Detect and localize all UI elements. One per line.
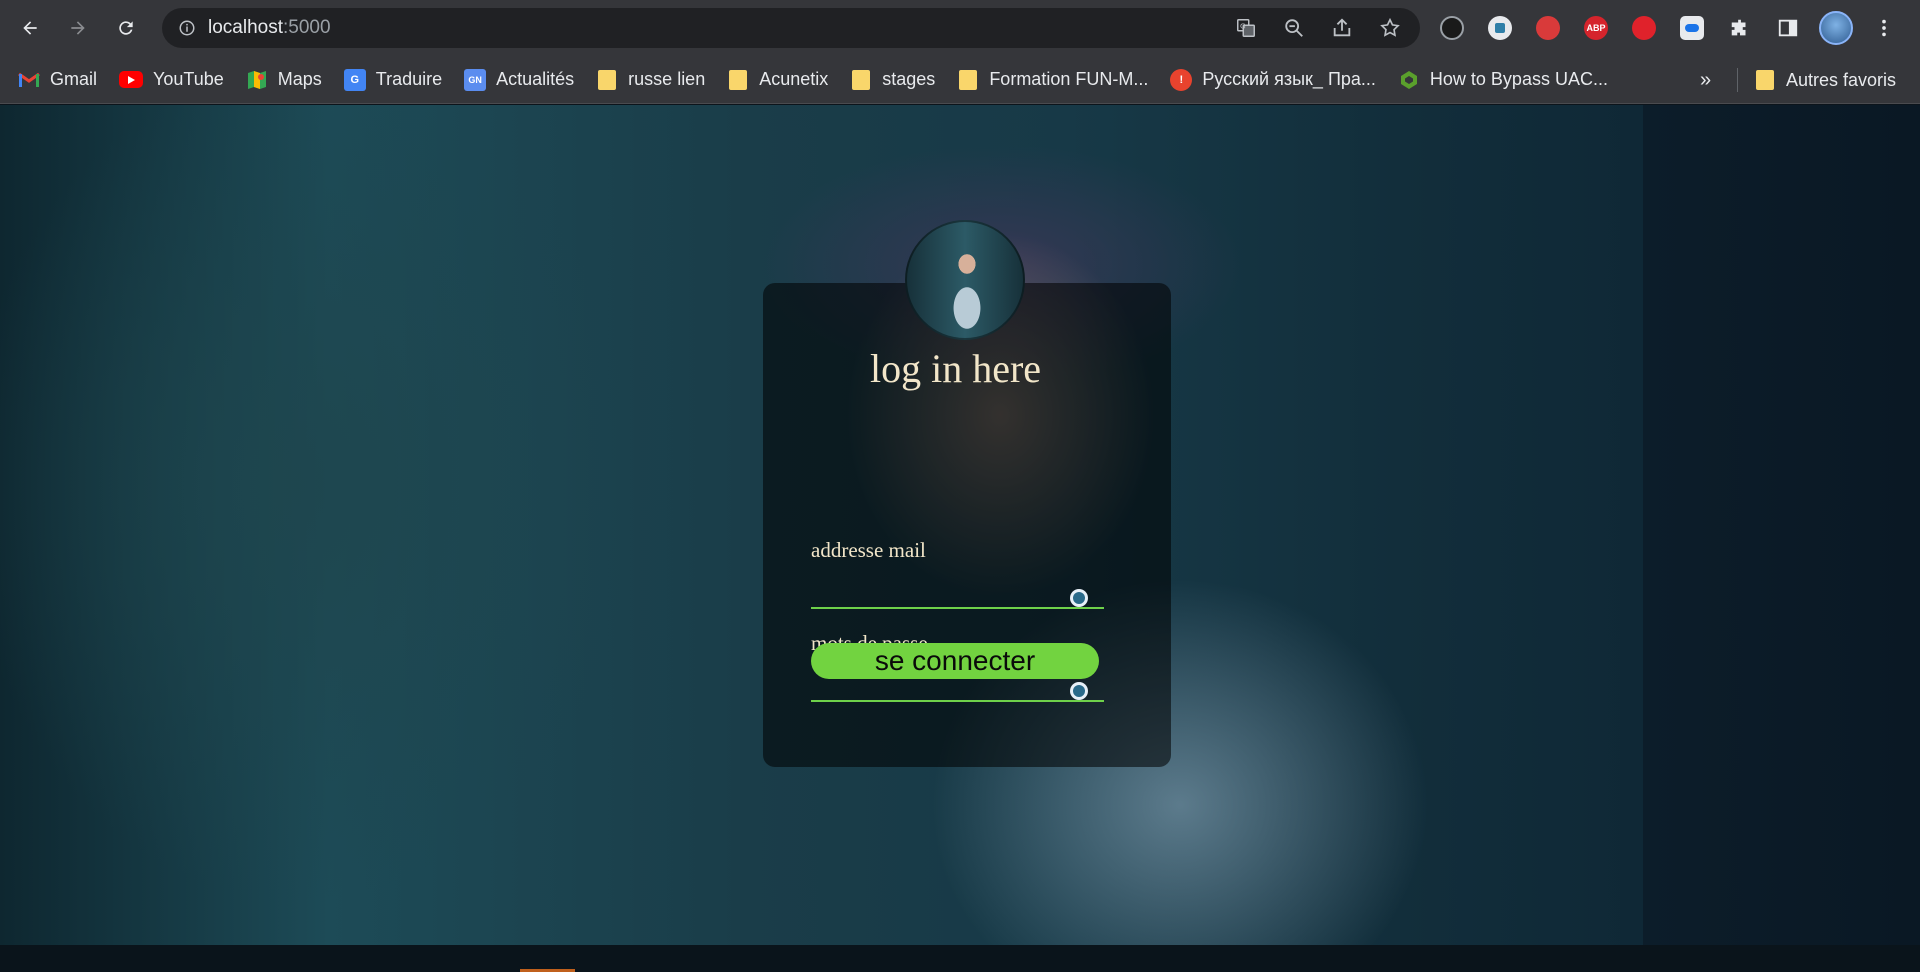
bookmark-label: Formation FUN-M... — [989, 69, 1149, 89]
share-button[interactable] — [1322, 8, 1362, 48]
folder-icon — [596, 69, 618, 91]
profile-button[interactable] — [1818, 10, 1854, 46]
zoom-out-icon — [1285, 19, 1303, 37]
reload-button[interactable] — [108, 10, 144, 46]
url-port: :5000 — [283, 17, 331, 38]
bookmarks-separator — [1737, 68, 1738, 92]
share-icon — [1333, 18, 1351, 37]
cloud-icon — [1680, 16, 1704, 40]
browser-toolbar: localhost:5000 G ABP — [0, 0, 1920, 56]
translate-page-button[interactable]: G — [1226, 8, 1266, 48]
more-bookmarks-button[interactable]: » — [1700, 56, 1711, 104]
site-icon — [1398, 69, 1420, 91]
back-button[interactable] — [12, 10, 48, 46]
browser-menu-button[interactable] — [1866, 10, 1902, 46]
bookmark-folder-acunetix[interactable]: Acunetix — [727, 64, 828, 96]
maps-icon — [246, 69, 268, 91]
bookmark-label: Autres favoris — [1786, 69, 1897, 90]
bookmark-traduire[interactable]: G Traduire — [343, 64, 443, 96]
youtube-icon — [119, 71, 144, 88]
bookmark-label: YouTube — [153, 69, 224, 89]
star-icon — [1380, 17, 1400, 37]
folder-icon — [1754, 69, 1776, 91]
bookmark-folder-stages[interactable]: stages — [850, 64, 935, 96]
reload-icon — [119, 21, 133, 35]
bookmark-label: stages — [882, 69, 936, 89]
extension-2[interactable] — [1482, 10, 1518, 46]
bookmark-folder-formation[interactable]: Formation FUN-M... — [957, 64, 1148, 96]
email-label: addresse mail — [811, 538, 926, 562]
bookmark-russkiy-yazyk[interactable]: ! Русский язык_ Пра... — [1170, 64, 1376, 96]
extension-3[interactable] — [1530, 10, 1566, 46]
bookmark-youtube[interactable]: YouTube — [119, 64, 224, 96]
bookmark-gmail[interactable]: Gmail — [18, 64, 97, 96]
bookmark-star-button[interactable] — [1370, 8, 1410, 48]
bookmark-label: russe lien — [628, 69, 706, 89]
adblock-plus-button[interactable]: ABP — [1578, 10, 1614, 46]
back-arrow-icon — [23, 21, 37, 35]
svg-text:G: G — [1240, 21, 1246, 30]
omnibox-actions: G — [1226, 8, 1410, 48]
adblock-plus-icon: ABP — [1584, 16, 1608, 40]
profile-avatar — [1819, 11, 1853, 45]
extensions-menu-button[interactable] — [1722, 10, 1758, 46]
bookmarks-bar: Gmail YouTube Maps G Traduire GN Actuali… — [0, 56, 1920, 104]
bookmark-bypass-uac[interactable]: How to Bypass UAC... — [1398, 64, 1608, 96]
gmail-icon — [18, 69, 40, 91]
extension-block-icon — [1536, 16, 1560, 40]
other-bookmarks-folder[interactable]: Autres favoris — [1754, 56, 1896, 104]
bookmark-label: Traduire — [375, 69, 443, 89]
forward-button[interactable] — [60, 10, 96, 46]
login-button[interactable]: se connecter — [811, 643, 1099, 679]
autofill-icon[interactable] — [1070, 682, 1088, 700]
folder-icon — [727, 69, 749, 91]
bookmark-actualites[interactable]: GN Actualités — [464, 64, 574, 96]
address-bar[interactable]: localhost:5000 G — [162, 8, 1420, 48]
translate-icon: G — [1237, 19, 1255, 37]
bookmark-label: Maps — [277, 69, 322, 89]
email-field[interactable] — [811, 577, 1104, 609]
forward-arrow-icon — [71, 21, 85, 35]
news-icon: GN — [464, 68, 487, 91]
extension-cloud-button[interactable] — [1674, 10, 1710, 46]
zoom-button[interactable] — [1274, 8, 1314, 48]
folder-icon — [957, 69, 979, 91]
bookmark-label: Gmail — [50, 69, 98, 89]
background-bottom-strip — [0, 945, 1920, 972]
bookmark-label: Acunetix — [759, 69, 829, 89]
puzzle-icon — [1731, 19, 1746, 36]
bookmark-label: Русский язык_ Пра... — [1202, 69, 1376, 89]
translate-icon: G — [343, 68, 366, 91]
site-info-icon[interactable] — [178, 19, 196, 37]
bookmark-folder-russe-lien[interactable]: russe lien — [596, 64, 705, 96]
extensions-area: ABP — [1434, 8, 1902, 48]
extension-lock-icon — [1488, 16, 1512, 40]
extension-hand-button[interactable] — [1626, 10, 1662, 46]
url-host: localhost — [208, 17, 283, 38]
extension-1[interactable] — [1434, 10, 1470, 46]
bookmark-label: Actualités — [496, 69, 575, 89]
login-title: log in here — [869, 346, 1042, 391]
login-avatar — [905, 220, 1025, 340]
background-right-strip — [1643, 105, 1920, 945]
hand-icon — [1632, 16, 1656, 40]
side-panel-button[interactable] — [1770, 10, 1806, 46]
autofill-icon[interactable] — [1070, 589, 1088, 607]
side-panel-icon — [1778, 19, 1798, 37]
folder-icon — [850, 69, 872, 91]
extension-link-icon — [1440, 16, 1464, 40]
bookmark-label: How to Bypass UAC... — [1429, 69, 1608, 89]
warning-icon: ! — [1170, 68, 1193, 91]
more-vertical-icon — [1882, 19, 1886, 37]
bookmark-maps[interactable]: Maps — [246, 64, 322, 96]
